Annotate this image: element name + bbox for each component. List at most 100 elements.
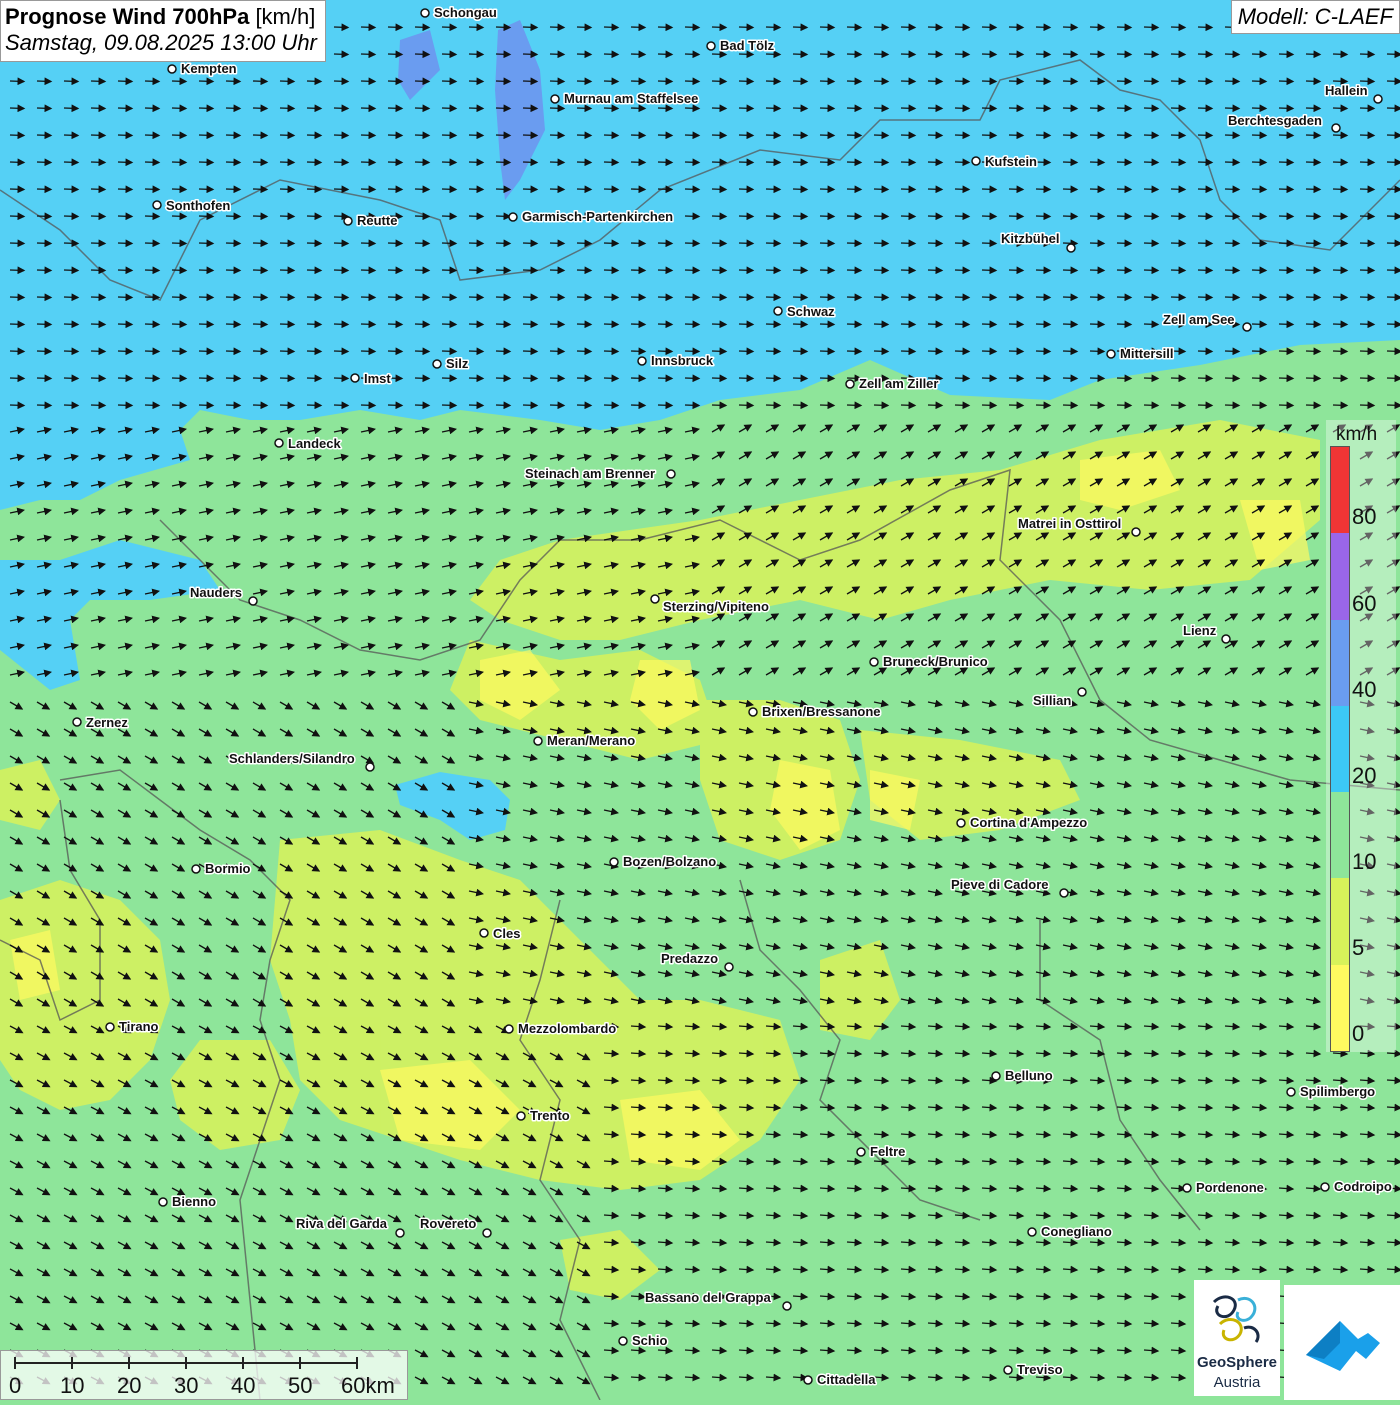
wind-arrow xyxy=(279,212,296,221)
wind-arrow xyxy=(144,77,161,86)
wind-arrow xyxy=(549,401,566,410)
wind-arrow xyxy=(576,293,593,302)
wind-arrow xyxy=(1116,23,1133,32)
wind-arrow xyxy=(1386,347,1400,356)
wind-arrow xyxy=(9,185,26,194)
wind-arrow xyxy=(1116,212,1133,221)
wind-map[interactable]: Schongau Bad Tölz Kempten Murnau am Staffel… xyxy=(0,0,1400,1400)
wind-arrow xyxy=(873,131,890,140)
wind-arrow xyxy=(36,239,53,248)
wind-arrow xyxy=(684,77,701,86)
wind-arrow xyxy=(495,293,512,302)
wind-arrow xyxy=(603,158,620,167)
wind-arrow xyxy=(171,374,188,383)
wind-arrow xyxy=(117,158,134,167)
wind-arrow xyxy=(981,185,998,194)
wind-arrow xyxy=(252,320,269,329)
wind-arrow xyxy=(495,50,512,59)
wind-arrow xyxy=(873,320,890,329)
wind-arrow xyxy=(576,77,593,86)
wind-arrow xyxy=(495,23,512,32)
wind-arrow xyxy=(360,401,377,410)
wind-arrow xyxy=(900,77,917,86)
city-label: Imst xyxy=(364,371,391,386)
wind-arrow xyxy=(657,293,674,302)
wind-arrow xyxy=(9,320,26,329)
geosphere-logo[interactable]: GeoSphere Austria xyxy=(1194,1280,1280,1396)
wind-arrow xyxy=(954,23,971,32)
city-dot xyxy=(72,717,82,727)
wind-arrow xyxy=(9,158,26,167)
wind-arrow xyxy=(414,50,431,59)
wind-arrow xyxy=(1278,401,1295,410)
wind-arrow xyxy=(927,212,944,221)
wind-arrow xyxy=(171,185,188,194)
wind-arrow xyxy=(306,131,323,140)
wind-arrow xyxy=(1278,293,1295,302)
wind-arrow xyxy=(360,266,377,275)
wind-arrow xyxy=(333,50,350,59)
wind-arrow xyxy=(873,293,890,302)
city-dot xyxy=(773,306,783,316)
city-label: Zell am Ziller xyxy=(859,376,938,391)
wind-arrow xyxy=(738,401,755,410)
wind-arrow xyxy=(1170,185,1187,194)
wind-arrow xyxy=(792,266,809,275)
wind-arrow xyxy=(711,239,728,248)
forecast-date: Samstag, 09.08.2025 13:00 Uhr xyxy=(5,30,317,55)
city-label: Mezzolombardo xyxy=(518,1021,616,1036)
city-label: Landeck xyxy=(288,436,342,451)
wind-arrow xyxy=(603,374,620,383)
wind-arrow xyxy=(1008,266,1025,275)
city-dot xyxy=(152,200,162,210)
wind-arrow xyxy=(90,77,107,86)
wind-arrow xyxy=(468,158,485,167)
wind-arrow xyxy=(738,131,755,140)
wind-arrow xyxy=(90,293,107,302)
wind-arrow xyxy=(954,293,971,302)
wind-arrow xyxy=(468,347,485,356)
wind-arrow xyxy=(333,131,350,140)
wind-arrow xyxy=(1089,239,1106,248)
wind-arrow xyxy=(1143,104,1160,113)
weather-app-logo[interactable] xyxy=(1284,1285,1400,1400)
wind-arrow xyxy=(1359,347,1376,356)
wind-arrow xyxy=(63,77,80,86)
wind-arrow xyxy=(1251,374,1268,383)
wind-arrow xyxy=(576,374,593,383)
wind-arrow xyxy=(333,266,350,275)
wind-arrow xyxy=(1116,401,1133,410)
wind-arrow xyxy=(252,158,269,167)
wind-arrow xyxy=(1197,239,1214,248)
wind-arrow xyxy=(495,374,512,383)
wind-arrow xyxy=(36,374,53,383)
wind-arrow xyxy=(1143,293,1160,302)
wind-arrow xyxy=(522,266,539,275)
wind-arrow xyxy=(252,401,269,410)
wind-arrow xyxy=(306,293,323,302)
wind-arrow xyxy=(1008,50,1025,59)
wind-arrow xyxy=(954,374,971,383)
city-dot xyxy=(248,596,258,606)
wind-arrow xyxy=(684,212,701,221)
wind-arrow xyxy=(711,374,728,383)
wind-arrow xyxy=(1224,104,1241,113)
wind-arrow xyxy=(1386,185,1400,194)
wind-arrow xyxy=(63,158,80,167)
city-dot xyxy=(105,1022,115,1032)
wind-arrow xyxy=(495,401,512,410)
city-label: Brixen/Bressanone xyxy=(762,704,881,719)
wind-arrow xyxy=(657,104,674,113)
wind-arrow xyxy=(333,185,350,194)
wind-arrow xyxy=(144,266,161,275)
wind-arrow xyxy=(171,266,188,275)
wind-arrow xyxy=(90,401,107,410)
wind-arrow xyxy=(1332,266,1349,275)
wind-arrow xyxy=(630,158,647,167)
wind-arrow xyxy=(846,401,863,410)
wind-arrow xyxy=(1035,158,1052,167)
legend-segment xyxy=(1331,447,1349,534)
city-dot xyxy=(856,1147,866,1157)
wind-arrow xyxy=(603,131,620,140)
wind-arrow xyxy=(927,131,944,140)
